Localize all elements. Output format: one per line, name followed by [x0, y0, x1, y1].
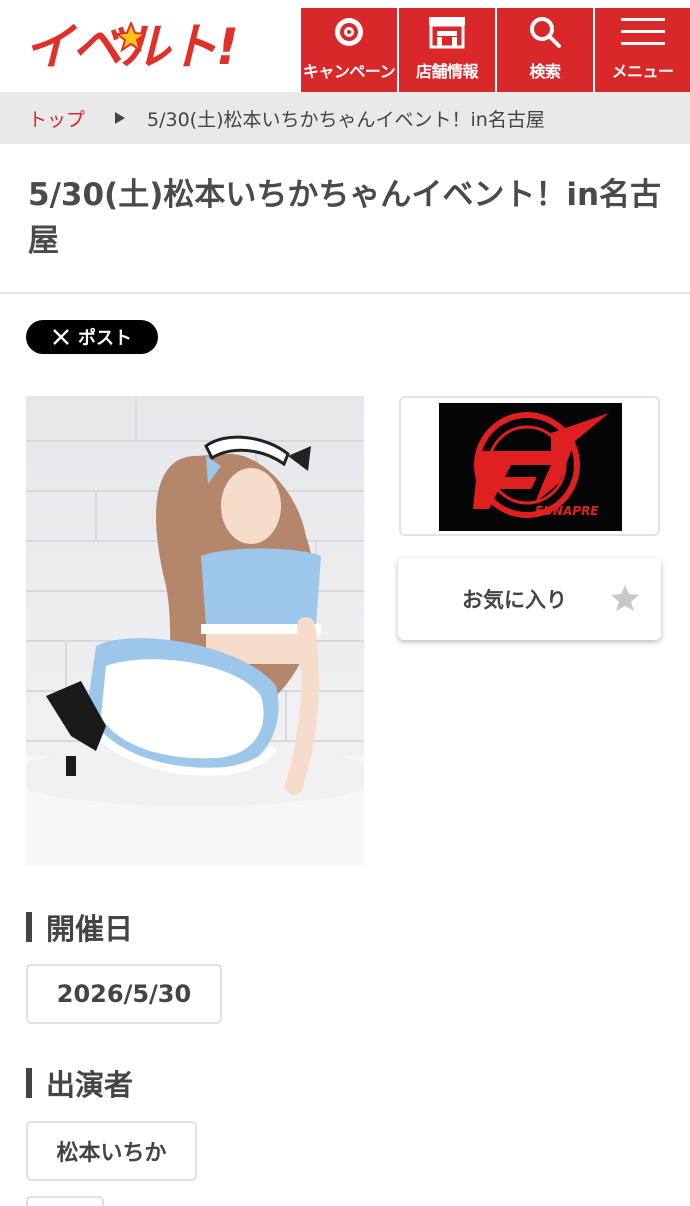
breadcrumb-arrow-icon: [115, 112, 126, 124]
nav-menu-button[interactable]: メニュー: [595, 8, 690, 92]
breadcrumb-current: 5/30(土)松本いちかちゃんイベント！in名古屋: [147, 108, 545, 131]
breadcrumb: トップ 5/30(土)松本いちかちゃんイベント！in名古屋: [0, 92, 690, 144]
event-photo: [26, 396, 364, 866]
date-section-heading: 開催日: [26, 906, 133, 948]
site-logo[interactable]: イベルト!: [24, 14, 239, 80]
date-heading-text: 開催日: [46, 912, 134, 946]
shop-logo: FUNAPRE: [439, 403, 622, 531]
nav-store-button[interactable]: 店舗情報: [399, 8, 495, 92]
nav-search-button[interactable]: 検索: [497, 8, 593, 92]
x-post-button[interactable]: ポスト: [26, 320, 158, 354]
favorite-button[interactable]: お気に入り: [398, 558, 661, 640]
page-title: 5/30(土)松本いちかちゃんイベント！in名古屋: [28, 177, 662, 259]
section-bar: [26, 912, 32, 942]
x-logo-icon: [53, 329, 69, 345]
nav-campaign-label: キャンペーン: [302, 62, 396, 81]
store-icon: [429, 17, 465, 49]
shop-logo-text: FUNAPRE: [535, 504, 599, 518]
nav-menu-label: メニュー: [611, 62, 674, 81]
nav-store-label: 店舗情報: [415, 62, 479, 81]
nav-search-label: 検索: [529, 62, 561, 81]
favorite-label: お気に入り: [462, 588, 567, 612]
star-icon: [611, 585, 639, 611]
hamburger-menu-icon: [620, 18, 665, 45]
logo-star-icon: [116, 22, 146, 52]
shop-card[interactable]: FUNAPRE: [399, 396, 660, 536]
performer-section-heading: 出演者: [26, 1062, 133, 1104]
date-value-tag: 2026/5/30: [26, 964, 222, 1024]
performer-heading-text: 出演者: [46, 1068, 134, 1102]
section-bar: [26, 1068, 32, 1098]
performer-tag[interactable]: 松本いちか: [26, 1121, 197, 1181]
x-post-label: ポスト: [78, 328, 132, 349]
site-header: イベルト! キャンペーン 店舗情報 検索 メニュー: [0, 0, 690, 92]
nav-campaign-button[interactable]: キャンペーン: [301, 8, 397, 92]
breadcrumb-home-link[interactable]: トップ: [28, 105, 85, 132]
campaign-icon: [335, 18, 363, 46]
search-icon: [530, 17, 561, 48]
next-tag-partial: [26, 1196, 104, 1206]
title-divider: [0, 292, 690, 294]
